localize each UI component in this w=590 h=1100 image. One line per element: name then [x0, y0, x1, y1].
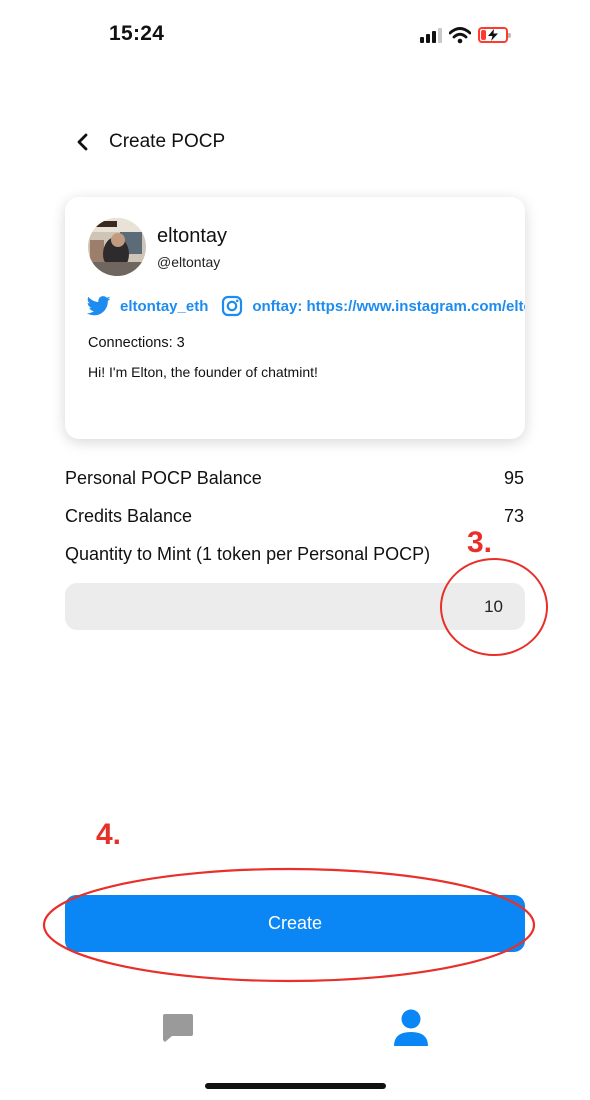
twitter-handle: eltontay_eth: [120, 297, 209, 315]
chat-bubble-icon: [163, 1014, 193, 1042]
avatar: [88, 218, 146, 276]
connections-count: Connections: 3: [88, 335, 185, 351]
user-bio: Hi! I'm Elton, the founder of chatmint!: [88, 364, 318, 380]
status-icons: [420, 24, 511, 46]
credits-balance-label: Credits Balance: [65, 506, 193, 526]
user-handle: @eltontay: [157, 254, 221, 270]
page-title: Create POCP: [109, 131, 226, 152]
tab-profile[interactable]: [386, 1006, 436, 1050]
user-name: eltontay: [157, 225, 228, 247]
annotation-step-4: 4.: [96, 818, 122, 851]
personal-pocp-balance-value: 95: [503, 468, 524, 488]
tab-chat[interactable]: [153, 1006, 203, 1050]
status-time: 15:24: [109, 22, 165, 45]
credits-balance-value: 73: [503, 506, 524, 526]
instagram-icon: [222, 295, 243, 317]
home-indicator: [205, 1083, 386, 1089]
battery-charging-icon: [478, 27, 511, 43]
personal-pocp-balance-label: Personal POCP Balance: [65, 468, 262, 488]
profile-card: eltontay @eltontay eltontay_eth onftay: …: [65, 197, 525, 439]
wifi-icon: [449, 26, 471, 43]
annotation-circle-create: [42, 867, 536, 983]
social-links: eltontay_eth onftay: https://www.instagr…: [87, 295, 525, 317]
instagram-link[interactable]: onftay: https://www.instagram.com/elton: [221, 295, 525, 317]
annotation-step-3: 3.: [467, 526, 493, 559]
user-icon: [394, 1009, 428, 1046]
chevron-left-icon: [77, 133, 88, 151]
back-button[interactable]: [70, 128, 100, 156]
twitter-icon: [87, 296, 111, 316]
quantity-label: Quantity to Mint (1 token per Personal P…: [65, 544, 431, 564]
signal-icon: [420, 27, 442, 43]
instagram-handle: onftay: https://www.instagram.com/elton: [252, 297, 525, 315]
annotation-circle-quantity: [440, 558, 548, 656]
twitter-link[interactable]: eltontay_eth: [87, 296, 208, 316]
